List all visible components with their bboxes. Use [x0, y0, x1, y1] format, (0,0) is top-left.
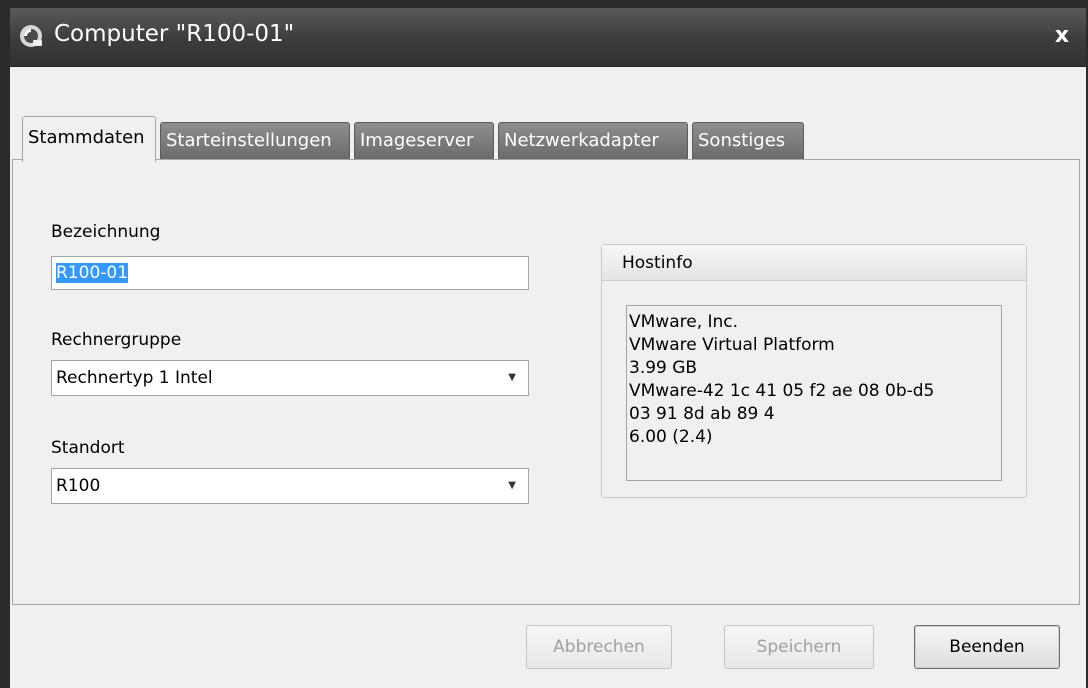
stammdaten-panel: Bezeichnung R100-01 Rechnergruppe Rechne…	[12, 159, 1080, 605]
hostinfo-details: VMware, Inc. VMware Virtual Platform 3.9…	[626, 305, 1002, 481]
tab-stammdaten[interactable]: Stammdaten	[22, 116, 156, 162]
chevron-down-icon: ▼	[508, 480, 516, 491]
bezeichnung-label: Bezeichnung	[51, 222, 161, 242]
bezeichnung-value: R100-01	[56, 263, 129, 283]
tab-sonstiges[interactable]: Sonstiges	[692, 122, 804, 160]
window-title: Computer "R100-01"	[54, 21, 295, 47]
rechnergruppe-value: Rechnertyp 1 Intel	[56, 368, 213, 388]
hostinfo-line: VMware Virtual Platform	[629, 335, 835, 355]
tab-imageserver[interactable]: Imageserver	[354, 122, 494, 160]
beenden-button[interactable]: Beenden	[914, 625, 1060, 669]
hostinfo-group: Hostinfo VMware, Inc. VMware Virtual Pla…	[601, 244, 1027, 498]
close-button[interactable]: x	[1050, 24, 1074, 48]
hostinfo-line: 03 91 8d ab 89 4	[629, 404, 775, 424]
title-bar[interactable]: Computer "R100-01" x	[10, 8, 1086, 67]
app-logo-icon	[20, 25, 42, 47]
bezeichnung-input[interactable]: R100-01	[51, 256, 529, 290]
rechnergruppe-label: Rechnergruppe	[51, 330, 182, 350]
hostinfo-line: VMware, Inc.	[629, 312, 739, 332]
speichern-button[interactable]: Speichern	[724, 625, 874, 669]
standort-value: R100	[56, 476, 101, 496]
hostinfo-line: 6.00 (2.4)	[629, 427, 713, 447]
hostinfo-line: 3.99 GB	[629, 358, 698, 378]
standort-label: Standort	[51, 438, 125, 458]
tab-netzwerkadapter[interactable]: Netzwerkadapter	[498, 122, 688, 160]
standort-select[interactable]: R100 ▼	[51, 468, 529, 504]
abbrechen-button[interactable]: Abbrechen	[526, 625, 672, 669]
hostinfo-title: Hostinfo	[602, 245, 1026, 281]
chevron-down-icon: ▼	[508, 372, 516, 383]
tab-starteinstellungen[interactable]: Starteinstellungen	[160, 122, 350, 160]
computer-dialog: Computer "R100-01" x Stammdaten Startein…	[10, 8, 1086, 688]
rechnergruppe-select[interactable]: Rechnertyp 1 Intel ▼	[51, 360, 529, 396]
hostinfo-line: VMware-42 1c 41 05 f2 ae 08 0b-d5	[629, 381, 935, 401]
